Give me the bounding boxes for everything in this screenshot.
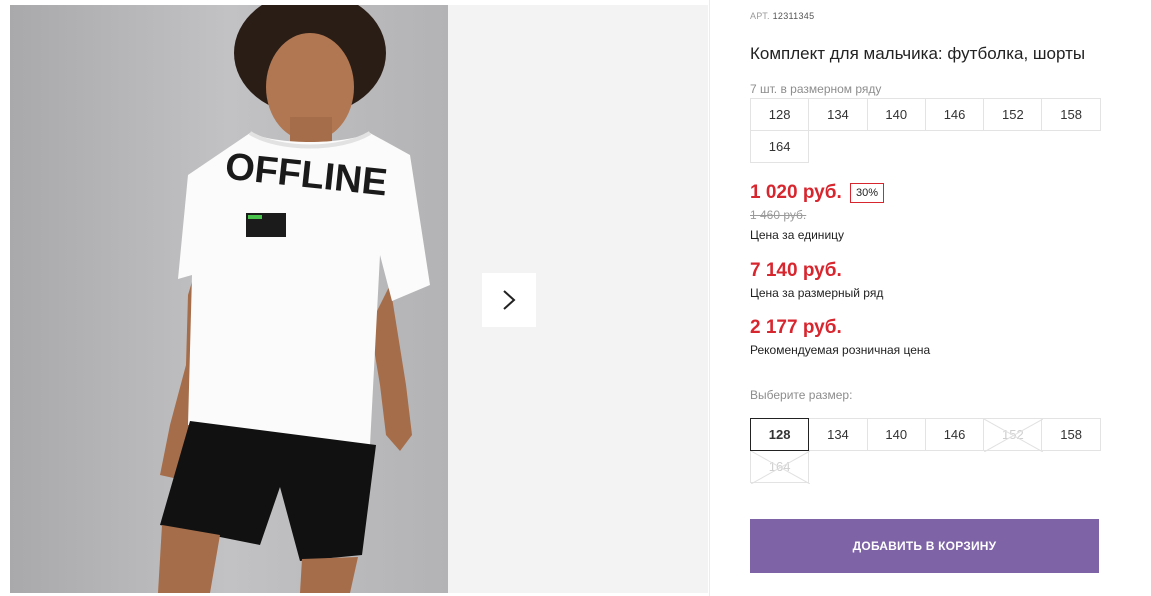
row-price-label: Цена за размерный ряд — [750, 286, 884, 300]
size-option-140[interactable]: 140 — [866, 418, 926, 451]
product-photo: OFFLINE — [10, 5, 448, 593]
unit-price-label: Цена за единицу — [750, 228, 845, 242]
product-title: Комплект для мальчика: футболка, шорты — [750, 44, 1086, 63]
size-option-label: 140 — [885, 427, 908, 442]
size-row-cell: 152 — [983, 98, 1043, 131]
size-option-label: 158 — [1060, 427, 1082, 442]
size-row-cell: 158 — [1041, 98, 1101, 131]
add-to-cart-button[interactable]: ДОБАВИТЬ В КОРЗИНУ — [750, 519, 1099, 573]
size-option-label: 128 — [768, 427, 791, 442]
unavailable-cross-icon — [751, 451, 810, 484]
size-row-grid: 128 134 140 146 152 158 164 — [750, 98, 1106, 163]
boy-photo-illustration: OFFLINE — [10, 5, 448, 593]
size-row-cell: 140 — [866, 98, 926, 131]
size-row-cell: 134 — [808, 98, 868, 131]
size-row-cell: 146 — [924, 98, 985, 131]
size-select-label: Выберите размер: — [750, 388, 853, 402]
size-option-label: 146 — [943, 427, 966, 442]
size-option-146[interactable]: 146 — [924, 418, 985, 451]
article-number: АРТ. 12311345 — [750, 11, 814, 21]
size-option-152: 152 — [983, 418, 1044, 452]
size-option-128[interactable]: 128 — [750, 418, 810, 451]
size-row-cell: 128 — [750, 98, 810, 131]
unit-price: 1 020 руб. — [750, 182, 842, 203]
gallery-next-button[interactable] — [482, 273, 536, 327]
product-page: OFFLINE АРТ. 12311345 Комплект для мальч… — [0, 0, 1151, 596]
rrp-price: 2 177 руб. — [750, 317, 842, 338]
size-option-label: 134 — [827, 427, 849, 442]
panel-divider — [709, 0, 710, 596]
old-price: 1 460 руб. — [750, 208, 807, 222]
size-options: 128 134 140 146 152 158 164 — [750, 418, 1106, 484]
discount-badge: 30% — [850, 183, 885, 203]
rrp-price-label: Рекомендуемая розничная цена — [750, 343, 931, 357]
article-value: 12311345 — [772, 11, 815, 21]
size-option-164: 164 — [750, 450, 810, 484]
unavailable-cross-icon — [984, 419, 1044, 452]
chevron-right-icon — [503, 290, 516, 310]
size-row-cell: 164 — [750, 130, 810, 163]
size-row-note: 7 шт. в размерном ряду — [750, 82, 882, 96]
article-label: АРТ. — [750, 11, 770, 21]
row-price: 7 140 руб. — [750, 260, 842, 281]
size-option-158[interactable]: 158 — [1041, 418, 1101, 451]
size-option-134[interactable]: 134 — [808, 418, 868, 451]
